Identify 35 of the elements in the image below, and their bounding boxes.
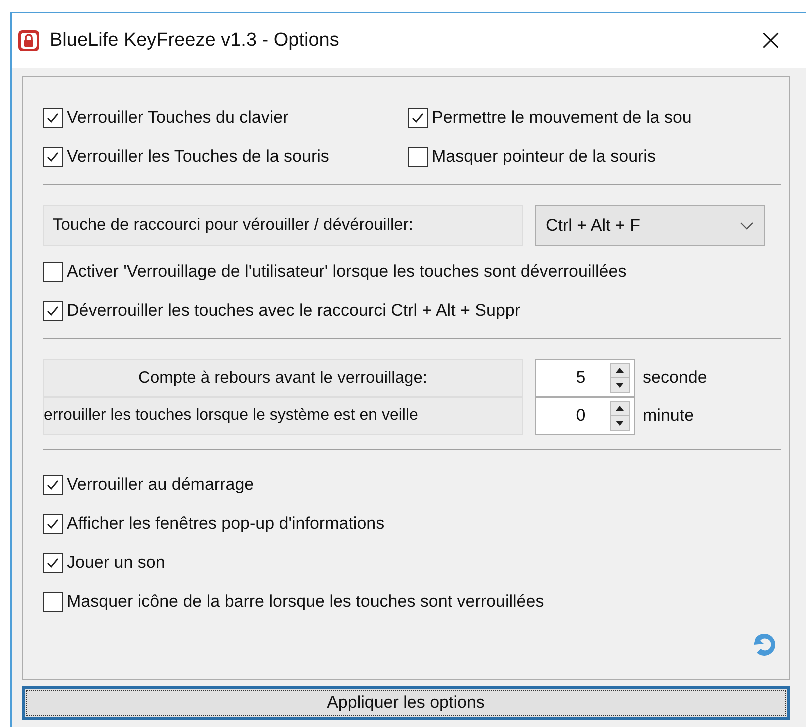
up-down-arrows-icon xyxy=(610,363,630,393)
checkbox-label[interactable]: Masquer icône de la barre lorsque les touches sont verrouillées xyxy=(67,592,544,612)
hotkey-label: Touche de raccourci pour vérouiller / dévérouiller: xyxy=(43,205,523,246)
checkbox-label[interactable]: Masquer pointeur de la souris xyxy=(432,147,656,167)
close-button[interactable]: × xyxy=(746,16,796,66)
checkbox[interactable] xyxy=(43,592,63,612)
checkbox[interactable] xyxy=(43,301,63,321)
number-spinner[interactable]: 5 xyxy=(535,359,635,397)
checkbox[interactable] xyxy=(43,108,63,128)
checkbox-label[interactable]: Déverrouiller les touches avec le raccourci Ctrl + Alt + Suppr xyxy=(67,301,521,321)
timer-label: Compte à rebours avant le verrouillage: xyxy=(43,359,523,397)
checkbox[interactable] xyxy=(43,262,63,282)
checkbox[interactable] xyxy=(43,514,63,534)
checkbox[interactable] xyxy=(43,475,63,495)
checkbox[interactable] xyxy=(408,108,428,128)
checkbox-label[interactable]: Permettre le mouvement de la sou xyxy=(432,108,692,128)
number-spinner[interactable]: 0 xyxy=(535,397,635,435)
up-down-arrows-icon xyxy=(610,401,630,431)
hotkey-dropdown[interactable]: Ctrl + Alt + F xyxy=(535,205,765,246)
window-title: BlueLife KeyFreeze v1.3 - Options xyxy=(50,30,340,52)
checkbox[interactable] xyxy=(43,553,63,573)
timer-label: errouiller les touches lorsque le système est en veille xyxy=(43,397,523,435)
checkbox-label[interactable]: Verrouiller les Touches de la souris xyxy=(67,147,330,167)
padlock-icon xyxy=(18,30,40,52)
checkbox[interactable] xyxy=(408,147,428,167)
unit-label: seconde xyxy=(643,368,708,388)
checkbox-label[interactable]: Jouer un son xyxy=(67,553,166,573)
checkbox-label[interactable]: Activer 'Verrouillage de l'utilisateur' lorsque les touches sont déverrouillées xyxy=(67,262,627,282)
checkbox[interactable] xyxy=(43,147,63,167)
unit-label: minute xyxy=(643,406,694,426)
chevron-down-icon xyxy=(740,222,754,230)
checkbox-label[interactable]: Verrouiller Touches du clavier xyxy=(67,108,289,128)
apply-button[interactable]: Appliquer les options xyxy=(22,686,790,720)
checkbox-label[interactable]: Verrouiller au démarrage xyxy=(67,475,254,495)
checkbox-label[interactable]: Afficher les fenêtres pop-up d'informations xyxy=(67,514,385,534)
